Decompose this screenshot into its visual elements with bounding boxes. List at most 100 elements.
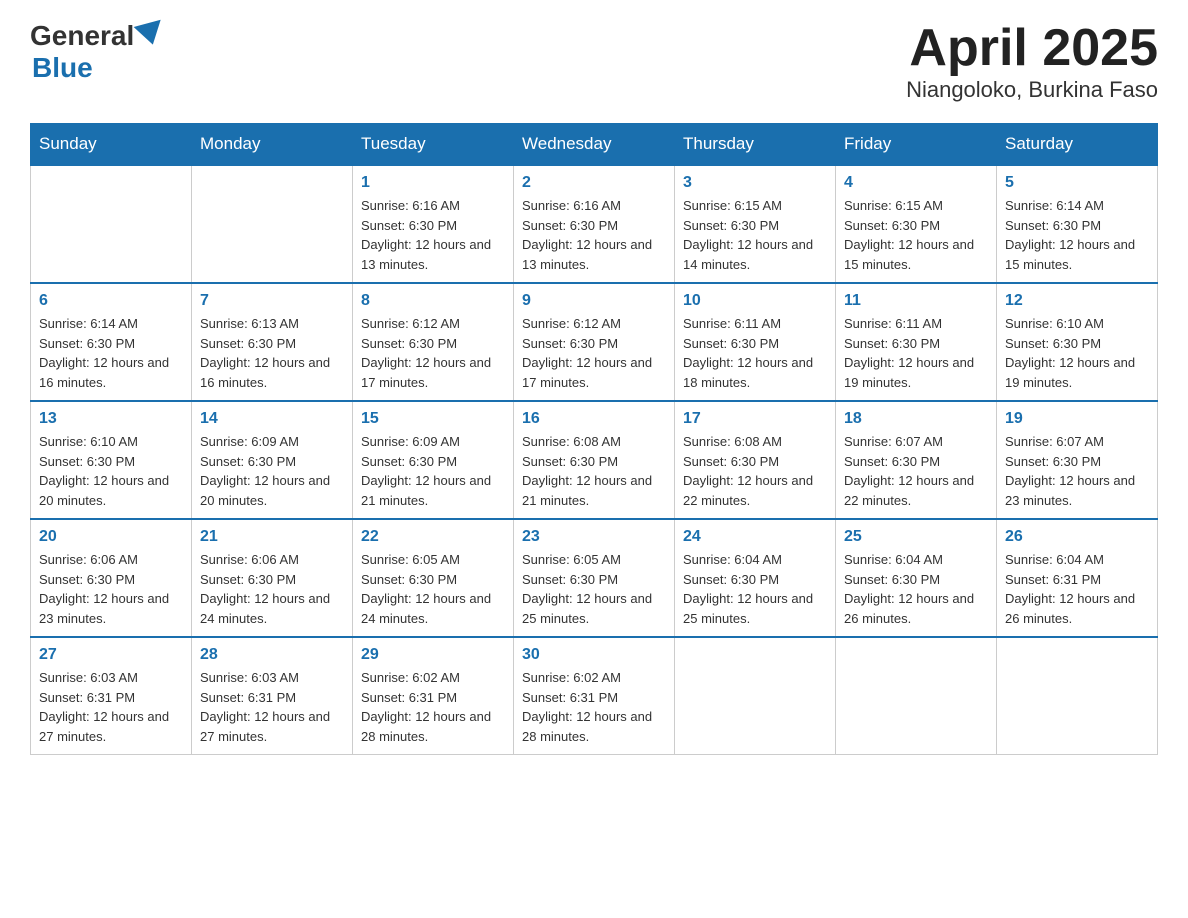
calendar-cell: [675, 637, 836, 755]
day-number: 9: [522, 292, 666, 310]
day-info: Sunrise: 6:09 AM Sunset: 6:30 PM Dayligh…: [361, 432, 505, 510]
day-number: 15: [361, 410, 505, 428]
day-info: Sunrise: 6:06 AM Sunset: 6:30 PM Dayligh…: [39, 550, 183, 628]
day-info: Sunrise: 6:11 AM Sunset: 6:30 PM Dayligh…: [683, 314, 827, 392]
day-info: Sunrise: 6:05 AM Sunset: 6:30 PM Dayligh…: [361, 550, 505, 628]
calendar-cell: 19Sunrise: 6:07 AM Sunset: 6:30 PM Dayli…: [997, 401, 1158, 519]
calendar-cell: [997, 637, 1158, 755]
day-number: 8: [361, 292, 505, 310]
day-info: Sunrise: 6:10 AM Sunset: 6:30 PM Dayligh…: [39, 432, 183, 510]
calendar-cell: 16Sunrise: 6:08 AM Sunset: 6:30 PM Dayli…: [514, 401, 675, 519]
calendar-week-row: 6 Sunrise: 6:14 AM Sunset: 6:30 PM Daylig…: [31, 283, 1158, 401]
calendar-cell: 21 Sunrise: 6:06 AM Sunset: 6:30 PM Dayli…: [192, 519, 353, 637]
calendar-cell: 9Sunrise: 6:12 AM Sunset: 6:30 PM Daylig…: [514, 283, 675, 401]
day-info: Sunrise: 6:03 AM Sunset: 6:31 PM Dayligh…: [39, 668, 183, 746]
day-number: 5: [1005, 174, 1149, 192]
day-info: Sunrise: 6:06 AM Sunset: 6:30 PM Dayligh…: [200, 550, 344, 628]
calendar-week-row: 20 Sunrise: 6:06 AM Sunset: 6:30 PM Dayli…: [31, 519, 1158, 637]
logo-line1: General: [30, 20, 164, 52]
calendar-cell: 1 Sunrise: 6:16 AM Sunset: 6:30 PM Daylig…: [353, 165, 514, 283]
day-number: 18: [844, 410, 988, 428]
day-number: 1: [361, 174, 505, 192]
day-number: 21: [200, 528, 344, 546]
location-title: Niangoloko, Burkina Faso: [906, 77, 1158, 103]
title-block: April 2025 Niangoloko, Burkina Faso: [906, 20, 1158, 103]
calendar-cell: 29 Sunrise: 6:02 AM Sunset: 6:31 PM Dayli…: [353, 637, 514, 755]
day-info: Sunrise: 6:10 AM Sunset: 6:30 PM Dayligh…: [1005, 314, 1149, 392]
day-number: 2: [522, 174, 666, 192]
day-number: 13: [39, 410, 183, 428]
day-number: 14: [200, 410, 344, 428]
day-info: Sunrise: 6:16 AM Sunset: 6:30 PM Dayligh…: [361, 196, 505, 274]
page-header: General Blue April 2025 Niangoloko, Burk…: [30, 20, 1158, 103]
calendar-cell: 18Sunrise: 6:07 AM Sunset: 6:30 PM Dayli…: [836, 401, 997, 519]
day-number: 6: [39, 292, 183, 310]
calendar-cell: 10 Sunrise: 6:11 AM Sunset: 6:30 PM Dayli…: [675, 283, 836, 401]
calendar-header-tuesday: Tuesday: [353, 124, 514, 166]
calendar-cell: 14 Sunrise: 6:09 AM Sunset: 6:30 PM Dayli…: [192, 401, 353, 519]
day-number: 3: [683, 174, 827, 192]
calendar-table: SundayMondayTuesdayWednesdayThursdayFrid…: [30, 123, 1158, 755]
month-title: April 2025: [906, 20, 1158, 77]
day-number: 26: [1005, 528, 1149, 546]
day-info: Sunrise: 6:16 AM Sunset: 6:30 PM Dayligh…: [522, 196, 666, 274]
calendar-week-row: 1 Sunrise: 6:16 AM Sunset: 6:30 PM Daylig…: [31, 165, 1158, 283]
day-info: Sunrise: 6:12 AM Sunset: 6:30 PM Dayligh…: [361, 314, 505, 392]
calendar-cell: 23 Sunrise: 6:05 AM Sunset: 6:30 PM Dayli…: [514, 519, 675, 637]
day-number: 25: [844, 528, 988, 546]
day-info: Sunrise: 6:03 AM Sunset: 6:31 PM Dayligh…: [200, 668, 344, 746]
calendar-cell: [31, 165, 192, 283]
calendar-cell: 30 Sunrise: 6:02 AM Sunset: 6:31 PM Dayli…: [514, 637, 675, 755]
calendar-cell: 6 Sunrise: 6:14 AM Sunset: 6:30 PM Daylig…: [31, 283, 192, 401]
day-number: 11: [844, 292, 988, 310]
day-info: Sunrise: 6:14 AM Sunset: 6:30 PM Dayligh…: [39, 314, 183, 392]
calendar-cell: 24 Sunrise: 6:04 AM Sunset: 6:30 PM Dayli…: [675, 519, 836, 637]
calendar-cell: [836, 637, 997, 755]
calendar-header-row: SundayMondayTuesdayWednesdayThursdayFrid…: [31, 124, 1158, 166]
day-number: 29: [361, 646, 505, 664]
calendar-cell: 27 Sunrise: 6:03 AM Sunset: 6:31 PM Dayli…: [31, 637, 192, 755]
calendar-header-friday: Friday: [836, 124, 997, 166]
day-number: 28: [200, 646, 344, 664]
day-number: 7: [200, 292, 344, 310]
day-number: 30: [522, 646, 666, 664]
day-info: Sunrise: 6:02 AM Sunset: 6:31 PM Dayligh…: [522, 668, 666, 746]
calendar-cell: 15 Sunrise: 6:09 AM Sunset: 6:30 PM Dayli…: [353, 401, 514, 519]
calendar-cell: 4Sunrise: 6:15 AM Sunset: 6:30 PM Daylig…: [836, 165, 997, 283]
calendar-cell: 25 Sunrise: 6:04 AM Sunset: 6:30 PM Dayli…: [836, 519, 997, 637]
logo-text-blue: Blue: [32, 52, 93, 84]
day-info: Sunrise: 6:15 AM Sunset: 6:30 PM Dayligh…: [683, 196, 827, 274]
calendar-cell: [192, 165, 353, 283]
logo: General Blue: [30, 20, 164, 84]
day-info: Sunrise: 6:04 AM Sunset: 6:30 PM Dayligh…: [683, 550, 827, 628]
calendar-cell: 28 Sunrise: 6:03 AM Sunset: 6:31 PM Dayli…: [192, 637, 353, 755]
day-number: 10: [683, 292, 827, 310]
day-info: Sunrise: 6:05 AM Sunset: 6:30 PM Dayligh…: [522, 550, 666, 628]
calendar-header-saturday: Saturday: [997, 124, 1158, 166]
day-number: 24: [683, 528, 827, 546]
calendar-cell: 3 Sunrise: 6:15 AM Sunset: 6:30 PM Daylig…: [675, 165, 836, 283]
day-info: Sunrise: 6:04 AM Sunset: 6:30 PM Dayligh…: [844, 550, 988, 628]
day-info: Sunrise: 6:02 AM Sunset: 6:31 PM Dayligh…: [361, 668, 505, 746]
day-number: 20: [39, 528, 183, 546]
calendar-header-sunday: Sunday: [31, 124, 192, 166]
calendar-cell: 26Sunrise: 6:04 AM Sunset: 6:31 PM Dayli…: [997, 519, 1158, 637]
day-number: 22: [361, 528, 505, 546]
day-number: 27: [39, 646, 183, 664]
day-number: 12: [1005, 292, 1149, 310]
calendar-cell: 5Sunrise: 6:14 AM Sunset: 6:30 PM Daylig…: [997, 165, 1158, 283]
day-number: 19: [1005, 410, 1149, 428]
day-number: 17: [683, 410, 827, 428]
day-number: 23: [522, 528, 666, 546]
calendar-week-row: 27 Sunrise: 6:03 AM Sunset: 6:31 PM Dayli…: [31, 637, 1158, 755]
calendar-cell: 11 Sunrise: 6:11 AM Sunset: 6:30 PM Dayli…: [836, 283, 997, 401]
day-info: Sunrise: 6:13 AM Sunset: 6:30 PM Dayligh…: [200, 314, 344, 392]
calendar-header-thursday: Thursday: [675, 124, 836, 166]
day-info: Sunrise: 6:09 AM Sunset: 6:30 PM Dayligh…: [200, 432, 344, 510]
calendar-cell: 22 Sunrise: 6:05 AM Sunset: 6:30 PM Dayli…: [353, 519, 514, 637]
logo-text-general: General: [30, 20, 134, 52]
calendar-cell: 2 Sunrise: 6:16 AM Sunset: 6:30 PM Daylig…: [514, 165, 675, 283]
day-info: Sunrise: 6:11 AM Sunset: 6:30 PM Dayligh…: [844, 314, 988, 392]
day-info: Sunrise: 6:15 AM Sunset: 6:30 PM Dayligh…: [844, 196, 988, 274]
day-number: 16: [522, 410, 666, 428]
